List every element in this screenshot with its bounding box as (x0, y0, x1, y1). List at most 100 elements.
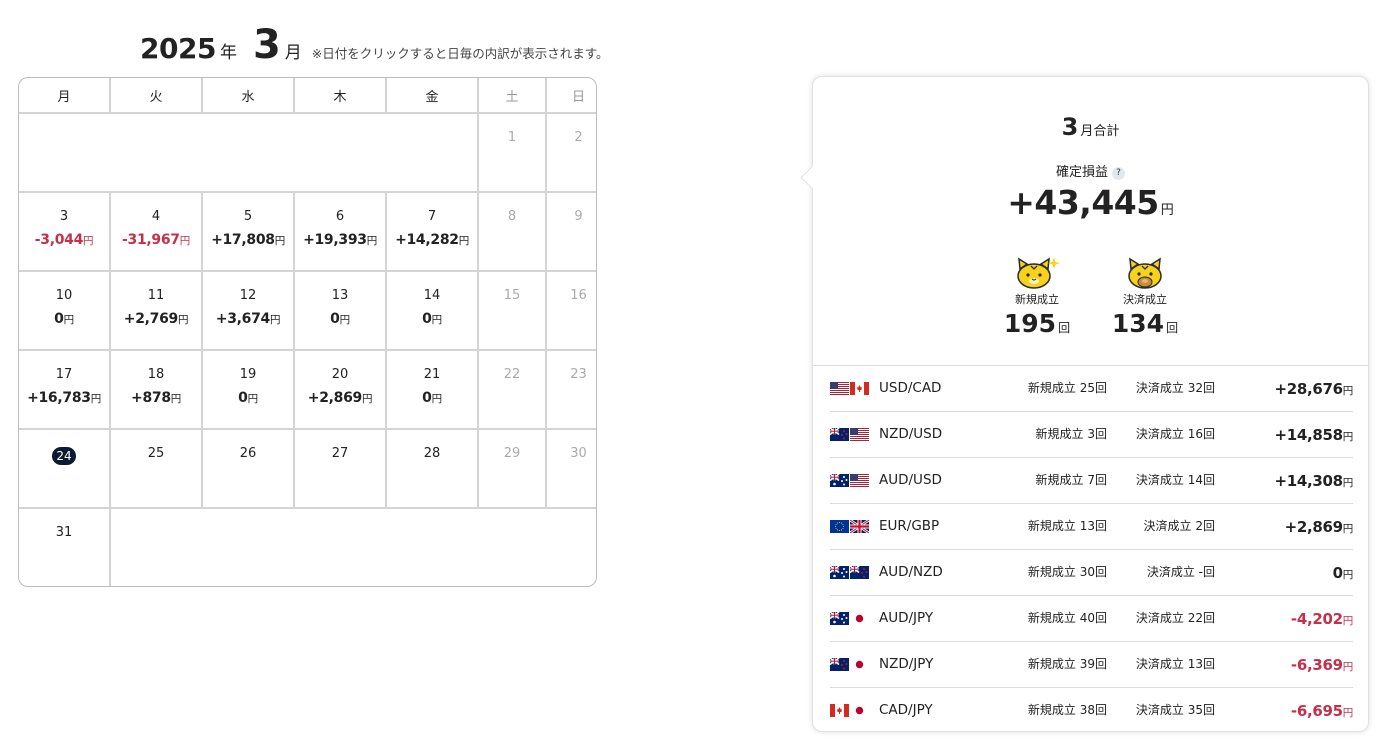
pair-profit: -4,202円 (1291, 610, 1353, 628)
pair-flags (830, 704, 870, 719)
pair-flags (830, 612, 870, 627)
calendar-day-cell[interactable]: 4 -31,967円 (110, 192, 203, 272)
calendar-day-cell[interactable]: 17 +16,783円 (19, 350, 111, 430)
pair-profit: +14,308円 (1274, 472, 1353, 490)
pair-row-eur-gbp[interactable]: EUR/GBP 新規成立 13回 決済成立 2回 +2,869円 (830, 504, 1353, 550)
calendar-day-cell[interactable]: 25 (110, 429, 203, 509)
pair-row-cad-jpy[interactable]: CAD/JPY 新規成立 38回 決済成立 35回 -6,695円 (830, 688, 1353, 733)
new-orders-stat: 新規成立 195 回 (992, 255, 1082, 338)
day-number: 10 (55, 288, 73, 303)
pair-profit-value: -4,202 (1290, 610, 1343, 628)
day-number: 31 (55, 525, 73, 540)
calendar-day-cell[interactable]: 13 0円 (294, 271, 387, 351)
pair-profit: -6,695円 (1291, 702, 1353, 720)
pair-profit-unit: 円 (1342, 431, 1354, 443)
currency-pair-list: USD/CAD 新規成立 25回 決済成立 32回 +28,676円 NZD/USD 新規… (830, 366, 1353, 733)
calendar-day-cell[interactable]: 20 +2,869円 (294, 350, 387, 430)
jp-flag-icon (850, 704, 869, 717)
total-profit: +43,445 円 (813, 183, 1368, 222)
pair-flags (830, 428, 870, 443)
day-profit: 0円 (203, 390, 293, 406)
new-orders-count-value: 195 (1003, 309, 1057, 338)
question-icon[interactable]: ? (1112, 167, 1125, 180)
jp-flag-icon (850, 612, 869, 625)
nz-flag-icon (850, 566, 869, 579)
calendar-day-cell[interactable]: 26 (202, 429, 295, 509)
day-profit: -3,044円 (19, 232, 109, 248)
summary-title: 3 月合計 (813, 113, 1368, 141)
pair-profit: 0円 (1333, 564, 1354, 582)
day-number: 1 (507, 130, 517, 145)
weekday-4: 金 (386, 78, 479, 114)
day-profit-unit: 円 (270, 314, 281, 326)
pair-name: CAD/JPY (879, 702, 933, 718)
day-profit: +878円 (111, 390, 201, 406)
day-number: 17 (55, 367, 73, 382)
weekday-3: 木 (294, 78, 387, 114)
day-number: 21 (423, 367, 441, 382)
pair-row-nzd-usd[interactable]: NZD/USD 新規成立 3回 決済成立 16回 +14,858円 (830, 412, 1353, 458)
profit-label-text: 確定損益 (1055, 165, 1108, 180)
pair-new-orders: 新規成立 40回 (1027, 611, 1107, 625)
calendar-week: 10 0円 11 +2,769円 12 +3,674円 13 0円 14 0円 15 16 (19, 271, 596, 351)
settled-orders-count-unit: 回 (1166, 321, 1179, 335)
profit-label: 確定損益? (813, 161, 1368, 180)
month-unit: 月 (284, 43, 302, 63)
day-profit: 0円 (387, 311, 477, 327)
pair-row-aud-nzd[interactable]: AUD/NZD 新規成立 30回 決済成立 -回 0円 (830, 550, 1353, 596)
calendar-day-cell[interactable]: 5 +17,808円 (202, 192, 295, 272)
calendar-day-cell[interactable]: 19 0円 (202, 350, 295, 430)
pair-new-orders: 新規成立 38回 (1027, 703, 1107, 717)
calendar-day-cell[interactable]: 27 (294, 429, 387, 509)
day-number: 26 (239, 446, 257, 461)
pair-settled-orders: 決済成立 16回 (1135, 427, 1215, 441)
day-profit-unit: 円 (179, 235, 191, 247)
calendar-day-cell[interactable]: 7 +14,282円 (386, 192, 479, 272)
pair-profit: +28,676円 (1274, 380, 1353, 398)
calendar-day-cell[interactable]: 14 0円 (386, 271, 479, 351)
pair-row-aud-jpy[interactable]: AUD/JPY 新規成立 40回 決済成立 22回 -4,202円 (830, 596, 1353, 642)
calendar-day-cell[interactable]: 12 +3,674円 (202, 271, 295, 351)
day-profit-value: +878 (131, 390, 171, 406)
calendar-day-cell[interactable]: 10 0円 (19, 271, 111, 351)
pair-row-usd-cad[interactable]: USD/CAD 新規成立 25回 決済成立 32回 +28,676円 (830, 366, 1353, 412)
calendar-day-cell[interactable]: 11 +2,769円 (110, 271, 203, 351)
day-profit-value: +14,282 (395, 232, 459, 248)
pair-profit-unit: 円 (1342, 661, 1354, 673)
calendar-day-cell[interactable]: 21 0円 (386, 350, 479, 430)
calendar-day-cell[interactable]: 31 (19, 508, 111, 586)
day-number: 16 (570, 288, 587, 303)
au-flag-icon (830, 474, 849, 487)
summary-title-suffix: 月合計 (1080, 124, 1120, 139)
settled-orders-stat: 決済成立 134 回 (1100, 255, 1190, 338)
day-number: 2 (574, 130, 583, 145)
calendar-day-cell[interactable]: 28 (386, 429, 479, 509)
calendar-day-cell[interactable]: 3 -3,044円 (19, 192, 111, 272)
calendar: 月火水木金土日 1 2 3 -3,044円 4 -31,967円 5 +17,808円 6 +19… (18, 77, 597, 587)
day-profit-unit: 円 (63, 314, 75, 326)
today-badge: 24 (52, 447, 76, 465)
day-profit-value: 0 (238, 390, 248, 406)
pair-profit-unit: 円 (1342, 569, 1354, 581)
calendar-day-cell[interactable]: 18 +878円 (110, 350, 203, 430)
pair-name: NZD/JPY (879, 656, 934, 672)
pair-row-aud-usd[interactable]: AUD/USD 新規成立 7回 決済成立 14回 +14,308円 (830, 458, 1353, 504)
us-flag-icon (850, 428, 869, 441)
year-unit: 年 (219, 43, 237, 63)
day-profit-value: 0 (422, 311, 432, 327)
day-profit-value: 0 (54, 311, 64, 327)
calendar-day-cell[interactable]: 24 (19, 429, 111, 509)
new-orders-label: 新規成立 (1015, 293, 1059, 306)
day-profit-unit: 円 (247, 393, 259, 405)
calendar-day-cell[interactable]: 6 +19,393円 (294, 192, 387, 272)
day-profit: +14,282円 (387, 232, 477, 248)
pair-name: AUD/USD (879, 472, 942, 488)
year: 2025 (140, 32, 216, 65)
us-flag-icon (850, 474, 869, 487)
day-profit-value: 0 (330, 311, 340, 327)
day-profit-unit: 円 (83, 235, 94, 247)
tiger-mascot-sparkle-icon (1017, 257, 1060, 289)
weekday-5: 土 (478, 78, 547, 114)
day-profit: +2,869円 (295, 390, 385, 406)
pair-row-nzd-jpy[interactable]: NZD/JPY 新規成立 39回 決済成立 13回 -6,369円 (830, 642, 1353, 688)
